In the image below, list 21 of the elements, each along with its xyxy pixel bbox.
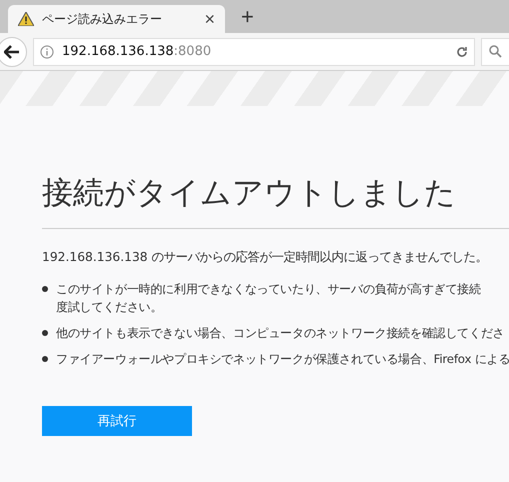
info-icon: [40, 44, 54, 58]
bullet-icon: [42, 330, 48, 336]
reload-icon[interactable]: [456, 46, 468, 58]
search-field[interactable]: [481, 38, 509, 66]
suggestion-text: このサイトが一時的に利用できなくなっていたり、サーバの負荷が高すぎて接続 度試してください。: [56, 281, 481, 316]
browser-tab[interactable]: ページ読み込みエラー ×: [8, 5, 225, 33]
warning-icon: [18, 12, 34, 26]
back-arrow-icon: [4, 44, 20, 58]
search-icon: [489, 45, 502, 58]
bullet-icon: [42, 356, 48, 362]
suggestion-text: ファイアーウォールやプロキシでネットワークが保護されている場合、Firefox による: [56, 351, 509, 368]
back-button[interactable]: [0, 36, 27, 66]
suggestion-text: 他のサイトも表示できない場合、コンピュータのネットワーク接続を確認してくださ: [56, 325, 504, 342]
error-description: 192.168.136.138 のサーバからの応答が一定時間以内に返ってきませんでした。: [42, 249, 489, 266]
address-field[interactable]: 192.168.136.138:8080: [33, 38, 475, 66]
new-tab-button[interactable]: +: [235, 3, 260, 31]
bullet-icon: [42, 286, 48, 292]
error-title: 接続がタイムアウトしました: [42, 172, 509, 229]
url-text: 192.168.136.138:8080: [62, 44, 212, 59]
close-button[interactable]: ×: [204, 8, 215, 30]
tab-title: ページ読み込みエラー: [42, 10, 163, 28]
